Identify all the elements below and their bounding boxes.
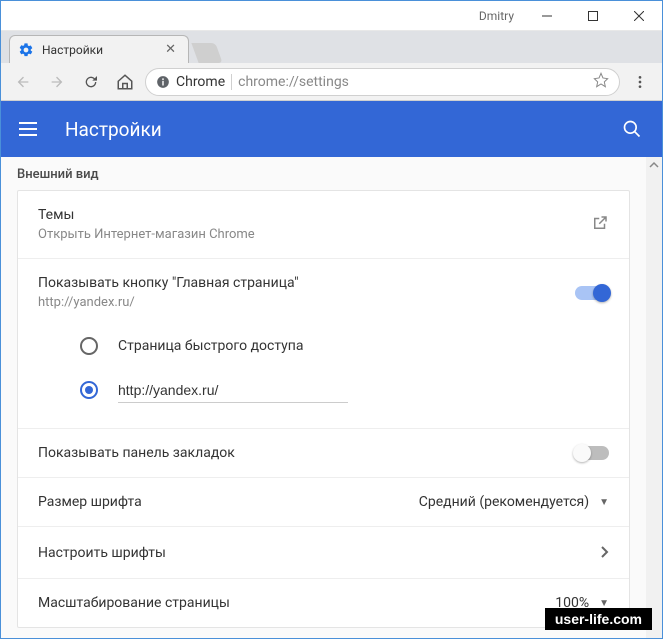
browser-toolbar: Chrome chrome://settings (1, 63, 662, 101)
row-page-zoom: Масштабирование страницы 100% ▼ (18, 579, 629, 627)
omnibox-url: chrome://settings (238, 74, 587, 90)
browser-window: Dmitry Настройки ✕ (0, 0, 663, 639)
row-font-size: Размер шрифта Средний (рекомендуется) ▼ (18, 478, 629, 527)
chevron-up-icon (649, 160, 659, 170)
scrollbar-up-button[interactable] (646, 157, 662, 173)
omnibox-separator (231, 74, 232, 90)
home-button[interactable] (111, 68, 139, 96)
more-vert-icon (632, 74, 648, 90)
font-size-title: Размер шрифта (38, 494, 419, 510)
bookmarks-bar-title: Показывать панель закладок (38, 445, 575, 461)
settings-search-button[interactable] (620, 117, 644, 141)
window-maximize-button[interactable] (570, 1, 616, 31)
open-in-new-icon (591, 214, 609, 232)
window-controls (524, 1, 662, 31)
row-customize-fonts[interactable]: Настроить шрифты (18, 527, 629, 579)
home-button-subtitle: http://yandex.ru/ (38, 295, 575, 310)
tab-close-button[interactable]: ✕ (161, 41, 180, 58)
appearance-card: Темы Открыть Интернет-магазин Chrome Пок… (17, 190, 630, 628)
arrow-right-icon (49, 74, 65, 90)
radio-icon (80, 337, 98, 355)
home-page-radio-group: Страница быстрого доступа (18, 318, 629, 429)
scrollbar-track[interactable] (646, 157, 662, 638)
tab-strip: Настройки ✕ (1, 31, 662, 63)
back-button[interactable] (9, 68, 37, 96)
section-appearance-label: Внешний вид (1, 157, 646, 190)
row-themes[interactable]: Темы Открыть Интернет-магазин Chrome (18, 191, 629, 259)
chevron-right-icon (601, 543, 609, 562)
chevron-down-icon: ▼ (599, 598, 609, 609)
row-home-button: Показывать кнопку "Главная страница" htt… (18, 259, 629, 318)
window-close-button[interactable] (616, 1, 662, 31)
forward-button[interactable] (43, 68, 71, 96)
new-tab-button[interactable] (191, 43, 222, 63)
customize-fonts-title: Настроить шрифты (38, 545, 601, 561)
tab-title: Настройки (42, 43, 161, 57)
radio-quick-access-label: Страница быстрого доступа (118, 338, 303, 354)
page-zoom-title: Масштабирование страницы (38, 595, 555, 611)
open-external-button[interactable] (591, 214, 609, 236)
home-button-toggle[interactable] (575, 286, 609, 300)
themes-subtitle: Открыть Интернет-магазин Chrome (38, 227, 591, 242)
gear-icon (18, 42, 34, 58)
row-bookmarks-bar: Показывать панель закладок (18, 429, 629, 478)
address-bar[interactable]: Chrome chrome://settings (145, 68, 620, 96)
window-minimize-button[interactable] (524, 1, 570, 31)
themes-title: Темы (38, 207, 591, 223)
home-button-title: Показывать кнопку "Главная страница" (38, 275, 575, 291)
omnibox-scheme: Chrome (176, 74, 225, 90)
settings-title: Настройки (65, 118, 620, 141)
maximize-icon (588, 11, 598, 21)
chevron-down-icon: ▼ (599, 497, 609, 508)
close-icon (634, 11, 644, 21)
home-icon (116, 73, 134, 91)
browser-menu-button[interactable] (626, 68, 654, 96)
home-url-input[interactable] (118, 378, 348, 403)
window-titlebar: Dmitry (1, 1, 662, 31)
minimize-icon (542, 11, 552, 21)
reload-icon (83, 74, 99, 90)
radio-quick-access[interactable]: Страница быстрого доступа (80, 324, 609, 368)
radio-icon (80, 381, 98, 399)
bookmarks-bar-toggle[interactable] (575, 446, 609, 460)
reload-button[interactable] (77, 68, 105, 96)
settings-content: Внешний вид Темы Открыть Интернет-магази… (1, 157, 662, 638)
bookmark-star-button[interactable] (593, 72, 609, 92)
hamburger-icon (19, 122, 37, 124)
watermark: user-life.com (545, 608, 652, 630)
toggle-knob (593, 284, 611, 302)
arrow-left-icon (15, 74, 31, 90)
site-info-icon[interactable] (156, 75, 170, 89)
tab-settings[interactable]: Настройки ✕ (9, 35, 189, 63)
star-icon (593, 72, 609, 88)
settings-header: Настройки (1, 101, 662, 157)
radio-custom-url[interactable] (80, 368, 609, 412)
search-icon (622, 119, 642, 139)
font-size-dropdown[interactable]: Средний (рекомендуется) ▼ (419, 494, 609, 510)
window-user-label: Dmitry (479, 9, 514, 23)
settings-menu-button[interactable] (19, 117, 43, 141)
font-size-value: Средний (рекомендуется) (419, 494, 589, 510)
toggle-knob (573, 444, 591, 462)
